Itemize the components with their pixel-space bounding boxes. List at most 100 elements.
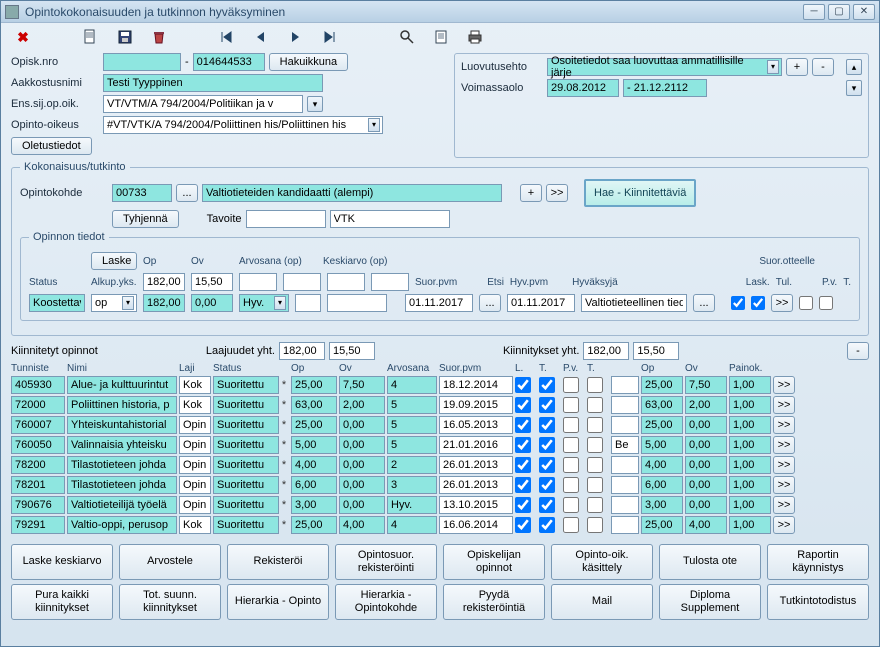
nimi-field[interactable]	[67, 516, 177, 534]
status-field[interactable]	[29, 294, 85, 312]
laji-field[interactable]	[179, 496, 211, 514]
arv-extra-field[interactable]	[295, 294, 321, 312]
maximize-button[interactable]: ▢	[828, 4, 850, 20]
row-t2-checkbox[interactable]	[587, 517, 603, 533]
hakuikkuna-button[interactable]: Hakuikkuna	[269, 53, 348, 71]
row-kov-field[interactable]	[685, 396, 727, 414]
status-field[interactable]	[213, 376, 279, 394]
etsi-button[interactable]: ...	[479, 294, 501, 312]
hyvaksyja-browse-button[interactable]: ...	[693, 294, 715, 312]
alkup-op-field[interactable]	[143, 273, 185, 291]
row-arv-field[interactable]	[387, 496, 437, 514]
row-kov-field[interactable]	[685, 416, 727, 434]
row-pvm-field[interactable]	[439, 396, 513, 414]
row-kop-field[interactable]	[641, 476, 683, 494]
tul-checkbox[interactable]	[751, 296, 765, 310]
action-button[interactable]: Laske keskiarvo	[11, 544, 113, 580]
op-field[interactable]	[143, 294, 185, 312]
row-t2-checkbox[interactable]	[587, 437, 603, 453]
row-t2-checkbox[interactable]	[587, 497, 603, 513]
row-op-field[interactable]	[291, 496, 337, 514]
row-t-checkbox[interactable]	[539, 397, 555, 413]
action-button[interactable]: Tot. suunn. kiinnitykset	[119, 584, 221, 620]
row-pk-field[interactable]	[729, 496, 771, 514]
plus-button[interactable]: +	[786, 58, 808, 76]
row-pvm-field[interactable]	[439, 476, 513, 494]
row-pv-checkbox[interactable]	[563, 457, 579, 473]
row-pk-field[interactable]	[729, 396, 771, 414]
prev-icon[interactable]	[251, 27, 271, 47]
status-field[interactable]	[213, 396, 279, 414]
aakkostus-field[interactable]	[103, 74, 323, 92]
row-pk-field[interactable]	[729, 516, 771, 534]
row-next-button[interactable]: >>	[773, 436, 795, 454]
row-ov-field[interactable]	[339, 516, 385, 534]
row-kov-field[interactable]	[685, 476, 727, 494]
row-l-checkbox[interactable]	[515, 437, 531, 453]
alkup-ov-field[interactable]	[191, 273, 233, 291]
tunniste-field[interactable]	[11, 416, 65, 434]
laji-field[interactable]	[179, 476, 211, 494]
row-ext-field[interactable]	[611, 396, 639, 414]
row-pvm-field[interactable]	[439, 416, 513, 434]
row-l-checkbox[interactable]	[515, 497, 531, 513]
search-icon[interactable]	[397, 27, 417, 47]
row-arv-field[interactable]	[387, 396, 437, 414]
row-pv-checkbox[interactable]	[563, 377, 579, 393]
scroll-down-icon[interactable]: ▾	[846, 80, 862, 96]
row-op-field[interactable]	[291, 396, 337, 414]
row-pv-checkbox[interactable]	[563, 417, 579, 433]
nimi-field[interactable]	[67, 396, 177, 414]
row-pvm-field[interactable]	[439, 496, 513, 514]
row-pv-checkbox[interactable]	[563, 477, 579, 493]
opintokohde-browse-button[interactable]: ...	[176, 184, 198, 202]
row-next-button[interactable]: >>	[773, 416, 795, 434]
oletustiedot-button[interactable]: Oletustiedot	[11, 137, 92, 155]
action-button[interactable]: Hierarkia - Opintokohde	[335, 584, 437, 620]
new-icon[interactable]	[81, 27, 101, 47]
row-arv-field[interactable]	[387, 376, 437, 394]
scroll-up-icon[interactable]: ▴	[846, 59, 862, 75]
voimassa-to-field[interactable]	[623, 79, 707, 97]
row-op-field[interactable]	[291, 376, 337, 394]
row-ext-field[interactable]	[611, 476, 639, 494]
laji-field[interactable]	[179, 436, 211, 454]
row-next-button[interactable]: >>	[773, 396, 795, 414]
lask-checkbox[interactable]	[731, 296, 745, 310]
row-kop-field[interactable]	[641, 516, 683, 534]
row-pk-field[interactable]	[729, 476, 771, 494]
row-next-button[interactable]: >>	[773, 376, 795, 394]
row-kop-field[interactable]	[641, 456, 683, 474]
kok-plus-button[interactable]: +	[520, 184, 542, 202]
minimize-button[interactable]: ─	[803, 4, 825, 20]
row-op-field[interactable]	[291, 416, 337, 434]
laske-button[interactable]: Laske	[91, 252, 137, 270]
row-l-checkbox[interactable]	[515, 377, 531, 393]
action-button[interactable]: Opinto-oik. käsittely	[551, 544, 653, 580]
row-t-checkbox[interactable]	[539, 437, 555, 453]
ensisij-dropdown-icon[interactable]: ▾	[307, 96, 323, 112]
row-t-checkbox[interactable]	[539, 417, 555, 433]
arvosana-op-field-2[interactable]	[283, 273, 321, 291]
row-t2-checkbox[interactable]	[587, 417, 603, 433]
row-ext-field[interactable]	[611, 376, 639, 394]
action-button[interactable]: Pura kaikki kiinnitykset	[11, 584, 113, 620]
row-ext-field[interactable]	[611, 516, 639, 534]
tunniste-field[interactable]	[11, 516, 65, 534]
op-select[interactable]: op▾	[91, 294, 137, 312]
row-t2-checkbox[interactable]	[587, 397, 603, 413]
t-checkbox[interactable]	[819, 296, 833, 310]
action-button[interactable]: Opiskelijan opinnot	[443, 544, 545, 580]
row-ext-field[interactable]	[611, 416, 639, 434]
row-arv-field[interactable]	[387, 436, 437, 454]
laji-field[interactable]	[179, 396, 211, 414]
row-pv-checkbox[interactable]	[563, 437, 579, 453]
row-arv-field[interactable]	[387, 476, 437, 494]
row-arv-field[interactable]	[387, 516, 437, 534]
row-next-button[interactable]: >>	[773, 516, 795, 534]
kesk-field[interactable]	[327, 294, 387, 312]
report-icon[interactable]	[431, 27, 451, 47]
tunniste-field[interactable]	[11, 456, 65, 474]
row-pvm-field[interactable]	[439, 376, 513, 394]
opintokohde-name-field[interactable]	[202, 184, 502, 202]
